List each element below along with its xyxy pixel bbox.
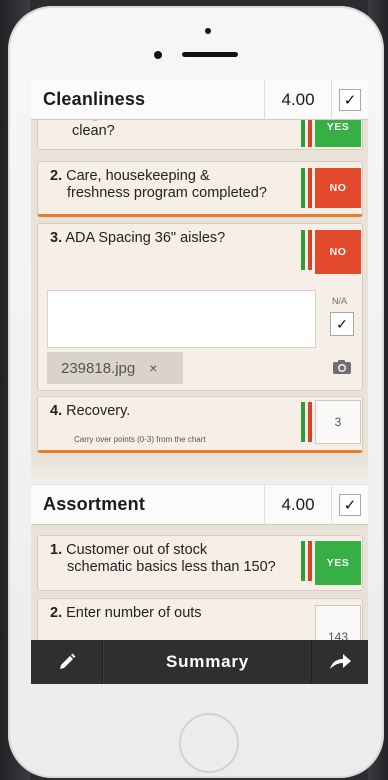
section-header-assortment: Assortment 4.00 ✓ (31, 484, 368, 525)
section-header-cleanliness: Cleanliness 4.00 ✓ (31, 80, 368, 120)
question-number: 2. (50, 605, 63, 621)
comment-input[interactable] (47, 290, 316, 348)
question-number: 4. (50, 403, 63, 419)
question-line: Recovery. (66, 403, 131, 419)
bottom-toolbar: Summary (31, 640, 368, 684)
attachment-chip[interactable]: 239818.jpg × (47, 352, 183, 384)
question-text: 2. Care, housekeeping & freshness progra… (50, 168, 290, 202)
question-line: ADA Spacing 36" aisles? (65, 230, 226, 246)
question-text: 4. Recovery. (50, 403, 290, 420)
question-number: 2. (50, 168, 63, 184)
score-bars (301, 230, 313, 270)
na-checkbox[interactable]: ✓ (330, 312, 354, 336)
score-bars (301, 402, 313, 442)
question-number: 1. (50, 542, 63, 558)
score-value-input[interactable]: 3 (315, 400, 361, 444)
score-bars (301, 168, 313, 208)
attachment-filename: 239818.jpg (61, 359, 136, 377)
section-divider (31, 456, 368, 484)
question-line: schematic basics less than 150? (67, 559, 276, 575)
app-screen: Cleanliness 4.00 ✓ Parking lot and sidew… (31, 80, 368, 684)
question-text: 2. Enter number of outs (50, 605, 290, 622)
question-card: 1. Customer out of stock schematic basic… (37, 535, 363, 591)
score-bars (301, 541, 313, 581)
edit-button[interactable] (31, 640, 103, 684)
section-score: 4.00 (264, 484, 332, 525)
na-label: N/A (332, 296, 348, 306)
pencil-icon (59, 653, 75, 669)
question-card: 2. Care, housekeeping & freshness progra… (37, 161, 363, 217)
question-text: clean? (72, 123, 115, 139)
question-card: 4. Recovery. Carry over points (0-3) fro… (37, 396, 363, 453)
earpiece-speaker (182, 52, 238, 57)
question-line: Customer out of stock (66, 542, 208, 558)
question-number: 3. (50, 230, 63, 246)
share-arrow-icon (330, 654, 351, 669)
section-title: Assortment (43, 494, 146, 514)
no-button[interactable]: NO (315, 168, 361, 208)
sensor-dot (205, 28, 211, 34)
front-camera (154, 51, 162, 59)
section-check[interactable]: ✓ (332, 485, 368, 525)
question-text: 3. ADA Spacing 36" aisles? (50, 230, 290, 247)
check-icon[interactable]: ✓ (339, 493, 361, 516)
summary-button[interactable]: Summary (103, 640, 312, 684)
question-line: Enter number of outs (66, 605, 202, 621)
next-button[interactable] (312, 640, 368, 684)
home-button[interactable] (179, 713, 239, 773)
remove-attachment-icon[interactable]: × (149, 360, 157, 376)
check-icon[interactable]: ✓ (339, 88, 361, 111)
camera-icon[interactable] (332, 359, 352, 375)
section-check[interactable]: ✓ (332, 80, 368, 120)
question-line: Care, housekeeping & (66, 168, 210, 184)
question-text: 1. Customer out of stock schematic basic… (50, 542, 290, 576)
no-button[interactable]: NO (315, 230, 361, 274)
question-line: freshness program completed? (67, 185, 267, 201)
yes-button[interactable]: YES (315, 541, 361, 585)
question-note: Carry over points (0-3) from the chart (74, 435, 206, 444)
section-score: 4.00 (264, 80, 332, 120)
section-title: Cleanliness (43, 89, 146, 109)
